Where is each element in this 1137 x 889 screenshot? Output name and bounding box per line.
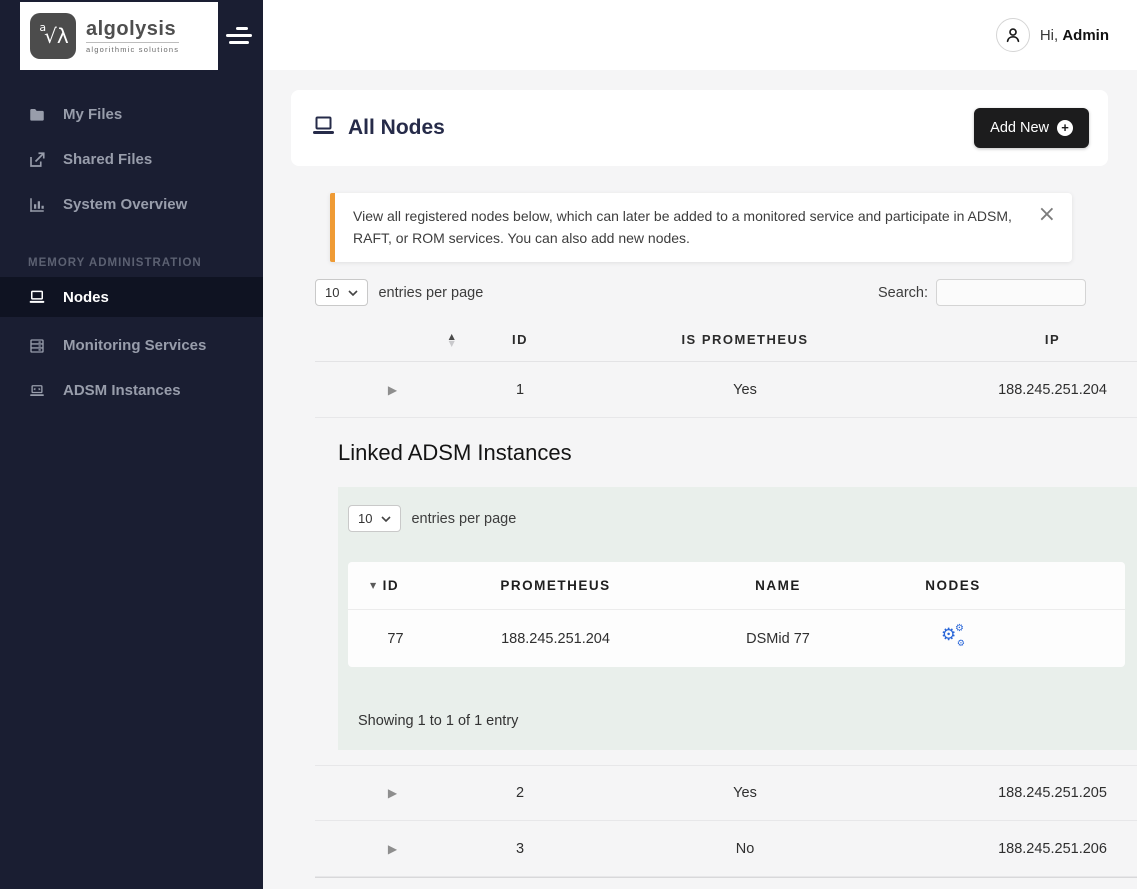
user-greeting: Hi, Admin	[1039, 26, 1109, 44]
entries-per-page-label: entries per page	[378, 284, 484, 301]
linked-adsm-title: Linked ADSM Instances	[338, 440, 572, 465]
share-icon	[28, 151, 46, 169]
sort-desc-icon[interactable]: ▼	[370, 581, 378, 590]
column-header-ip[interactable]: IP	[920, 332, 1137, 347]
table-row: ▶ 3 No 188.245.251.206	[315, 821, 1137, 877]
sidebar-item-label: Shared Files	[63, 151, 153, 168]
sidebar-item-nodes[interactable]: Nodes	[0, 277, 263, 317]
cell-is-prometheus: Yes	[733, 785, 757, 801]
sidebar-toggle-icon[interactable]	[226, 27, 256, 48]
cell-ip: 188.245.251.205	[998, 785, 1107, 801]
search-label: Search:	[878, 284, 928, 301]
sidebar-item-label: Monitoring Services	[63, 337, 207, 354]
cell-id: 77	[387, 630, 404, 647]
expand-row-icon[interactable]: ▶	[388, 842, 397, 856]
table-row: ▶ 2 Yes 188.245.251.205	[315, 765, 1137, 821]
column-header-id[interactable]: ID	[383, 578, 400, 593]
sidebar-item-label: System Overview	[63, 196, 188, 213]
page-title: All Nodes	[348, 116, 445, 139]
cell-id: 2	[515, 785, 525, 801]
chevron-down-icon	[381, 515, 392, 522]
sidebar-item-system-overview[interactable]: System Overview	[0, 182, 263, 227]
laptop-icon	[310, 114, 337, 143]
page-content: All Nodes Add New + View all registered …	[263, 70, 1137, 889]
nodes-table-header: ▲ ▼ ID IS PROMETHEUS IP	[315, 318, 1137, 362]
chevron-down-icon	[348, 289, 359, 296]
column-header-prometheus[interactable]: PROMETHEUS	[443, 578, 668, 593]
linked-entries-per-page-select[interactable]: 10	[348, 505, 402, 532]
expanded-row-detail: Linked ADSM Instances 10 entries per pag…	[315, 418, 1137, 765]
laptop-icon	[28, 288, 46, 306]
linked-table-header: ▼ ID PROMETHEUS NAME NODES	[348, 562, 1125, 610]
expand-row-icon[interactable]: ▶	[388, 786, 397, 800]
user-name: Admin	[1062, 26, 1109, 44]
app-window: a√λ algolysis algorithmic solutions My F…	[0, 0, 1137, 889]
page-header-card: All Nodes Add New +	[291, 90, 1108, 166]
brand-logo-icon: a√λ	[30, 13, 76, 59]
cell-id: 3	[515, 840, 525, 857]
server-icon	[28, 337, 46, 355]
sort-icon[interactable]: ▲ ▼	[449, 332, 457, 347]
cell-name: DSMid 77	[746, 630, 810, 647]
cell-is-prometheus: Yes	[733, 381, 757, 398]
close-icon[interactable]: ×	[1038, 204, 1056, 226]
cell-prometheus: 188.245.251.204	[501, 630, 610, 647]
table-row: 77 188.245.251.204 DSMid 77 ⚙ ⚙ ⚙	[348, 610, 1125, 667]
cell-ip: 188.245.251.206	[998, 840, 1107, 857]
search-input[interactable]	[936, 279, 1086, 306]
linked-adsm-table: ▼ ID PROMETHEUS NAME NODES 77 188.245.25…	[348, 562, 1125, 667]
column-header-nodes[interactable]: NODES	[888, 578, 1018, 593]
nodes-gears-icon[interactable]: ⚙ ⚙ ⚙	[941, 623, 965, 649]
linked-entries-per-page-label: entries per page	[411, 510, 517, 527]
table-bottom-border	[315, 877, 1137, 878]
plus-circle-icon: +	[1057, 120, 1073, 136]
sidebar-item-adsm-instances[interactable]: ADSM Instances	[0, 368, 263, 413]
sidebar-nav: My Files Shared Files System Overview ME…	[0, 92, 263, 413]
folder-icon	[28, 106, 46, 124]
showing-entries-summary: Showing 1 to 1 of 1 entry	[358, 713, 519, 729]
entries-per-page-select[interactable]: 10	[315, 279, 369, 306]
user-avatar[interactable]	[995, 18, 1030, 52]
sidebar: a√λ algolysis algorithmic solutions My F…	[0, 0, 263, 889]
cell-is-prometheus: No	[735, 840, 755, 857]
sidebar-section-label: MEMORY ADMINISTRATION	[28, 257, 202, 269]
sidebar-item-shared-files[interactable]: Shared Files	[0, 137, 263, 182]
column-header-id[interactable]: ID	[470, 332, 570, 347]
expand-row-icon[interactable]: ▶	[388, 383, 397, 397]
brand-logo[interactable]: a√λ algolysis algorithmic solutions	[20, 2, 218, 70]
sidebar-item-label: My Files	[63, 106, 123, 123]
brand-name: algolysis	[86, 18, 180, 43]
table-controls: 10 entries per page Search:	[315, 279, 1086, 306]
cell-id: 1	[515, 381, 525, 398]
sidebar-item-label: ADSM Instances	[63, 382, 181, 399]
sidebar-item-my-files[interactable]: My Files	[0, 92, 263, 137]
brand-tagline: algorithmic solutions	[86, 45, 180, 54]
cell-ip: 188.245.251.204	[998, 381, 1107, 398]
column-header-name[interactable]: NAME	[668, 578, 888, 593]
sidebar-item-label: Nodes	[63, 288, 109, 306]
laptop-code-icon	[28, 382, 46, 400]
table-row: ▶ 1 Yes 188.245.251.204	[315, 362, 1137, 418]
add-new-button[interactable]: Add New +	[974, 108, 1089, 148]
topbar: Hi, Admin	[263, 0, 1137, 70]
bar-chart-icon	[28, 196, 46, 214]
alert-text: View all registered nodes below, which c…	[353, 208, 1012, 246]
info-alert: View all registered nodes below, which c…	[330, 193, 1072, 262]
linked-adsm-panel: 10 entries per page ▼ ID PROMETHEUS NAME…	[338, 487, 1137, 750]
nodes-table: ▲ ▼ ID IS PROMETHEUS IP ▶ 1 Yes 188.245.2…	[315, 318, 1137, 878]
sidebar-item-monitoring-services[interactable]: Monitoring Services	[0, 323, 263, 368]
column-header-is-prometheus[interactable]: IS PROMETHEUS	[570, 332, 920, 347]
